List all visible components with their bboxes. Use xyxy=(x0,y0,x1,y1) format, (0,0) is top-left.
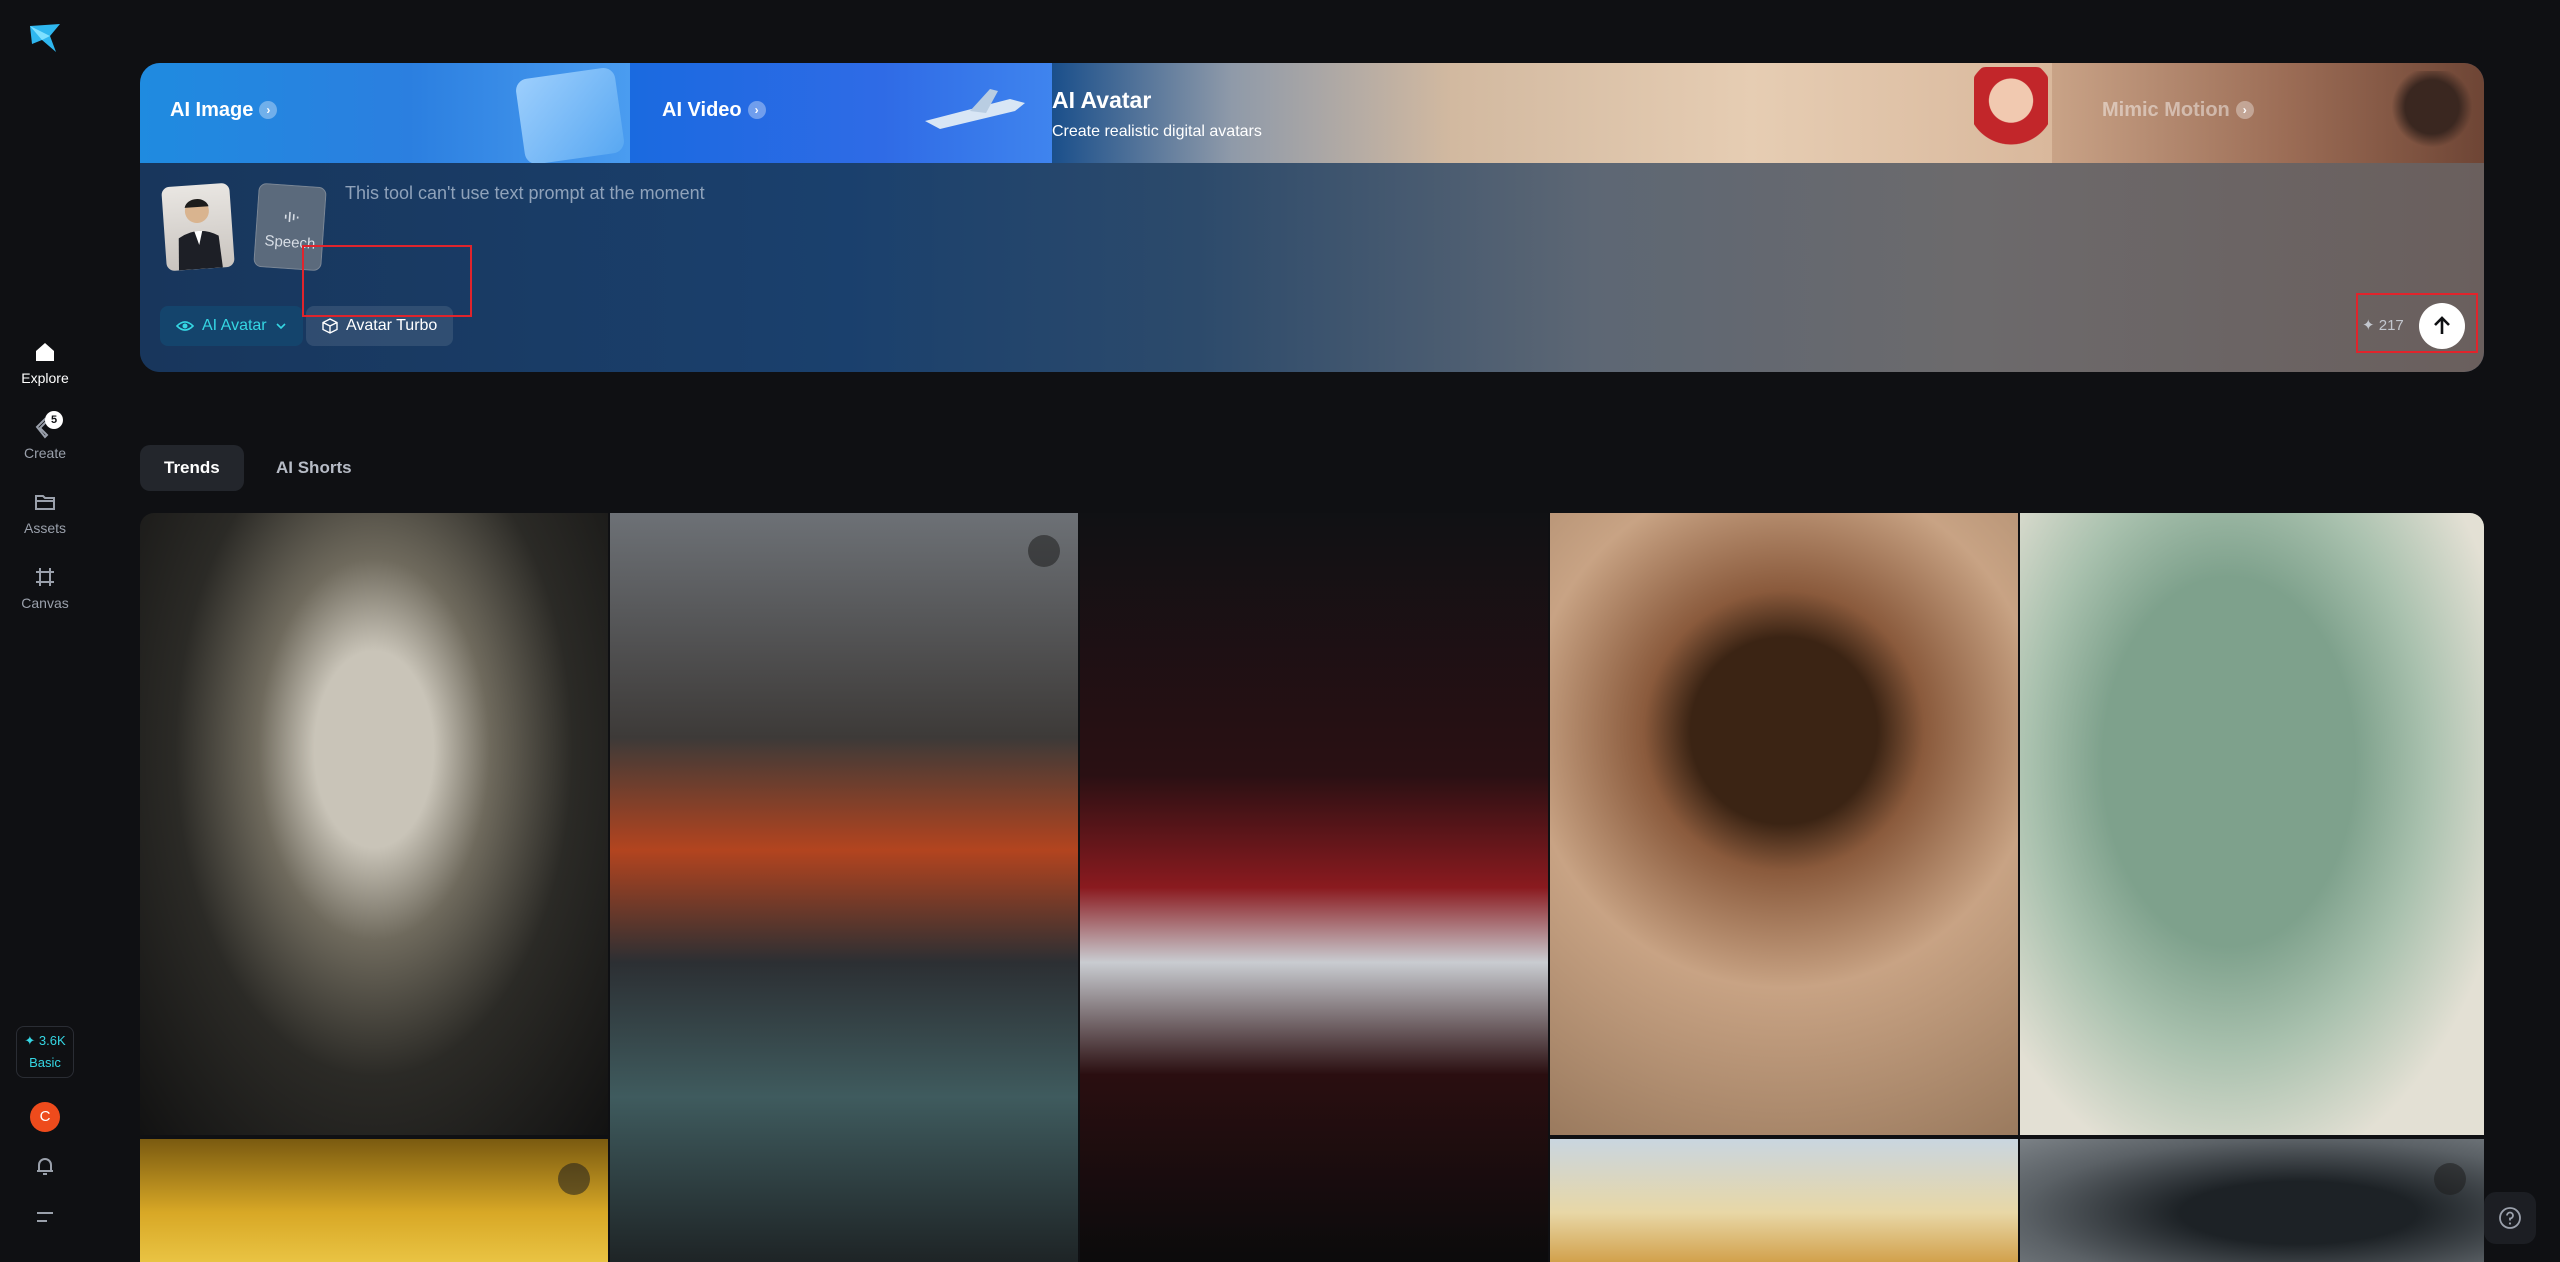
gallery-tile-neon-city[interactable] xyxy=(1080,513,1548,1262)
tool-tabs: AI Image› AI Video› AI Avatar Create rea… xyxy=(140,63,2484,163)
prompt-placeholder[interactable]: This tool can't use text prompt at the m… xyxy=(345,183,705,204)
tool-tab-ai-avatar[interactable]: AI Avatar Create realistic digital avata… xyxy=(1052,63,2052,163)
nav-create-label: Create xyxy=(24,445,66,461)
chevron-right-icon: › xyxy=(259,101,277,119)
gallery-tile-cloud-vortex[interactable] xyxy=(2020,1139,2484,1262)
tool-tab-mimic-motion[interactable]: Mimic Motion› xyxy=(2052,63,2484,163)
create-badge: 5 xyxy=(45,411,63,429)
tab-trends[interactable]: Trends xyxy=(140,445,244,491)
eye-icon xyxy=(176,317,194,335)
bell-icon[interactable] xyxy=(33,1154,57,1178)
mimic-figure-art xyxy=(2392,71,2472,161)
play-icon xyxy=(558,1163,590,1195)
app-logo-icon[interactable] xyxy=(28,22,62,56)
play-icon xyxy=(1028,535,1060,567)
tool-tab-ai-video-label: AI Video› xyxy=(662,99,766,122)
tool-tab-ai-image-label: AI Image› xyxy=(170,99,277,122)
person-thumbnail-art xyxy=(161,183,235,272)
gallery-tile-stormy-sea[interactable] xyxy=(610,513,1078,1262)
avatar-character-art xyxy=(1974,67,2048,163)
plan-label: Basic xyxy=(29,1055,61,1070)
menu-icon[interactable] xyxy=(33,1205,57,1229)
gallery-grid xyxy=(140,513,2484,1262)
avatar[interactable]: C xyxy=(30,1102,60,1132)
home-icon xyxy=(33,340,57,364)
nav-assets-label: Assets xyxy=(24,520,66,536)
gallery-tile-horse-rider-painting[interactable] xyxy=(2020,513,2484,1135)
nav-canvas-label: Canvas xyxy=(21,595,68,611)
chevron-right-icon: › xyxy=(2236,101,2254,119)
tool-tab-ai-image[interactable]: AI Image› xyxy=(140,63,630,163)
nav-explore[interactable]: Explore xyxy=(0,340,90,386)
help-button[interactable] xyxy=(2484,1192,2536,1244)
chevron-right-icon: › xyxy=(748,101,766,119)
gallery-tile-cartoon-girl[interactable] xyxy=(1550,513,2018,1135)
tool-tab-ai-avatar-subtitle: Create realistic digital avatars xyxy=(1052,123,1262,141)
folder-icon xyxy=(33,490,57,514)
nav-canvas[interactable]: Canvas xyxy=(0,565,90,611)
cube-icon xyxy=(322,318,338,334)
canvas-icon xyxy=(33,565,57,589)
tool-tab-ai-avatar-label: AI Avatar xyxy=(1052,87,1151,114)
left-rail: Explore 5 Create Assets Canvas ✦ 3.6K Ba… xyxy=(0,0,90,1262)
composer: Speech This tool can't use text prompt a… xyxy=(140,163,2484,372)
generator-panel: AI Image› AI Video› AI Avatar Create rea… xyxy=(140,63,2484,372)
tab-ai-shorts[interactable]: AI Shorts xyxy=(252,445,376,491)
credits-box[interactable]: ✦ 3.6K Basic xyxy=(16,1026,74,1078)
dream-card-art xyxy=(515,66,626,163)
highlight-generate-area xyxy=(2356,293,2478,353)
gallery-tile-veiled-portrait[interactable] xyxy=(140,513,608,1135)
gallery-tile-cat-watermelon[interactable] xyxy=(1550,1139,2018,1262)
chevron-down-icon xyxy=(275,320,287,332)
mode-selector-label: AI Avatar xyxy=(202,306,267,346)
mode-selector[interactable]: AI Avatar xyxy=(160,306,303,346)
highlight-model-selector xyxy=(302,245,472,317)
avatar-reference-thumbnail[interactable] xyxy=(161,183,235,272)
nav-create[interactable]: 5 Create xyxy=(0,415,90,461)
play-icon xyxy=(2434,1163,2466,1195)
tool-tab-mimic-motion-label: Mimic Motion› xyxy=(2102,99,2254,122)
gallery-tile-golden-light[interactable] xyxy=(140,1139,608,1262)
audio-wave-icon xyxy=(283,210,300,225)
nav-assets[interactable]: Assets xyxy=(0,490,90,536)
credits-value: ✦ 3.6K xyxy=(17,1033,73,1049)
jet-art xyxy=(920,81,1030,145)
question-icon xyxy=(2498,1206,2522,1230)
tool-tab-ai-video[interactable]: AI Video› xyxy=(630,63,1052,163)
nav-explore-label: Explore xyxy=(21,370,68,386)
